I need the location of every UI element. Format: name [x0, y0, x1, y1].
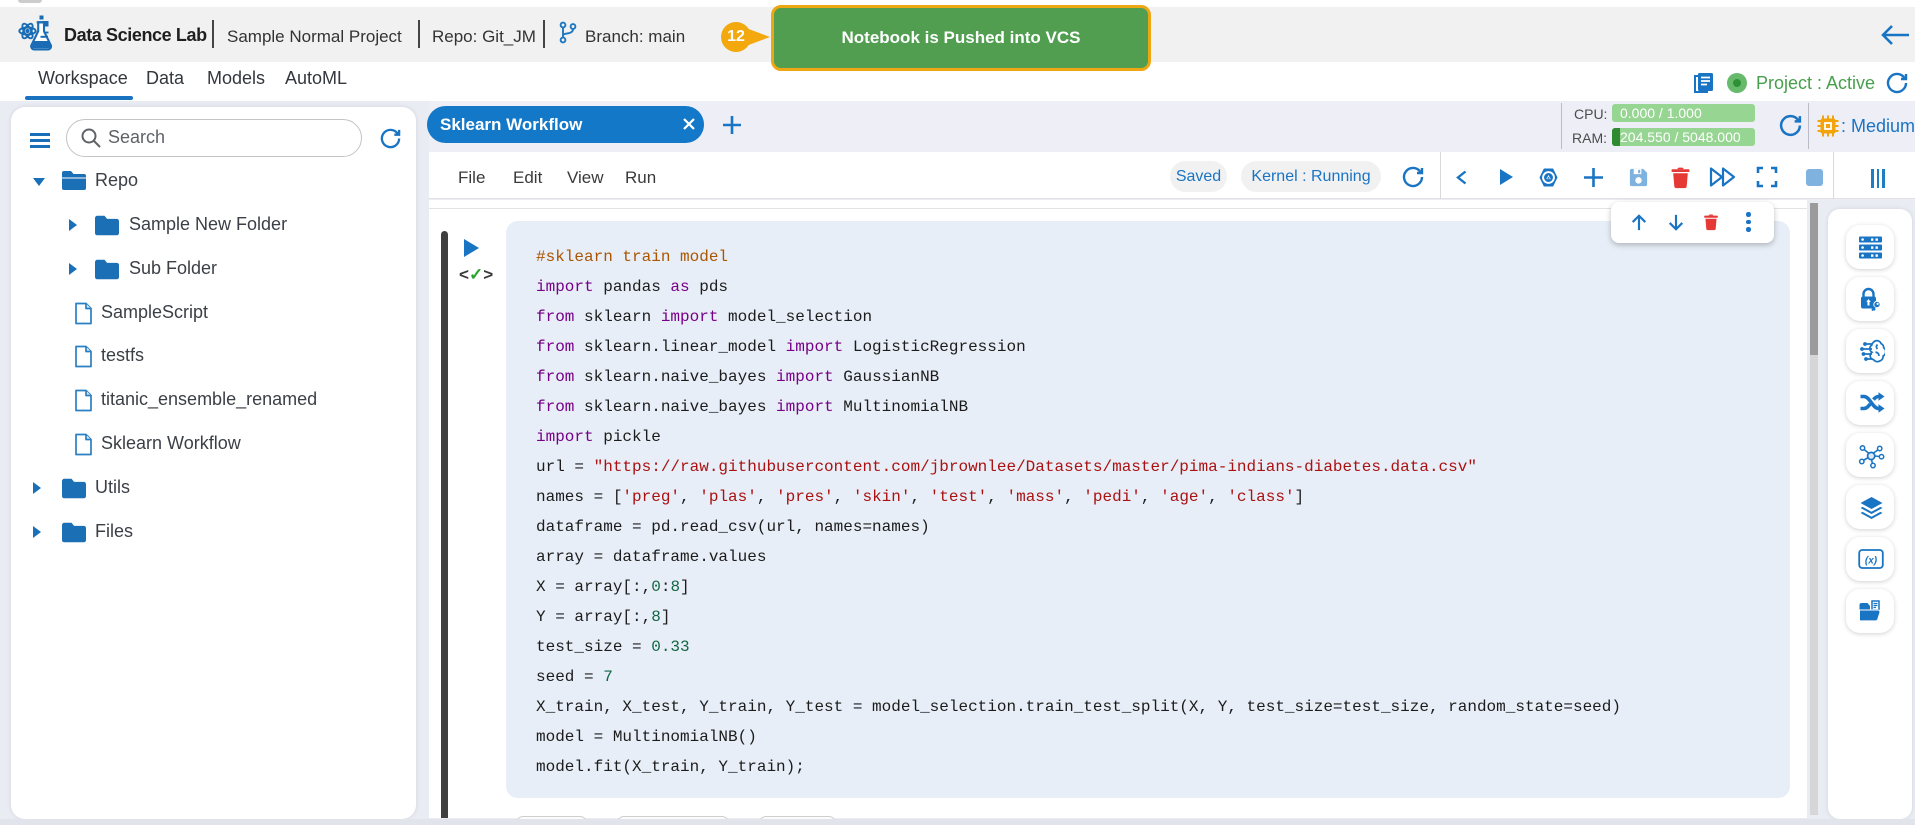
- svg-text:(x): (x): [1865, 556, 1878, 567]
